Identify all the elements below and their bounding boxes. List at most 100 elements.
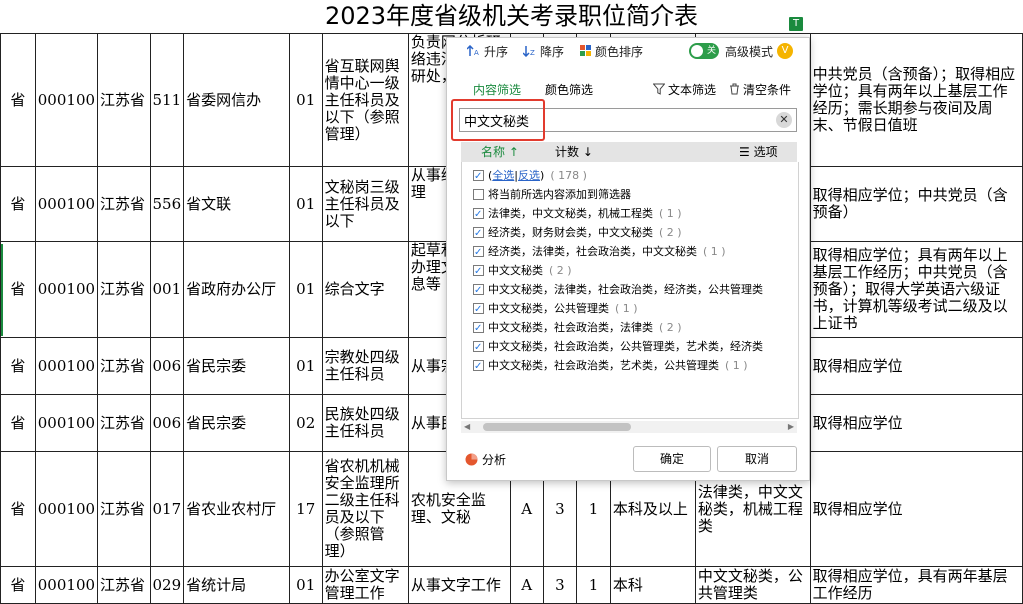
- cell-prov[interactable]: 江苏省: [97, 566, 151, 604]
- cell-dept[interactable]: 省农业农村厅: [183, 451, 290, 567]
- list-item[interactable]: 中文文秘类，公共管理类 ( 1 ): [473, 299, 638, 319]
- cell-pos_code[interactable]: 01: [288, 33, 323, 167]
- scrollbar-thumb[interactable]: [483, 423, 631, 431]
- cell-prov[interactable]: 江苏省: [97, 451, 151, 567]
- cell-prov[interactable]: 江苏省: [97, 337, 151, 395]
- cell-dept[interactable]: 省文联: [183, 166, 290, 242]
- cell-pos_code[interactable]: 01: [288, 166, 323, 242]
- cell-pos_name[interactable]: 民族处四级主任科员: [321, 394, 409, 452]
- color-sort-button[interactable]: 颜色排序: [580, 44, 643, 60]
- checkbox[interactable]: [473, 262, 484, 281]
- cell-level[interactable]: 省: [0, 241, 36, 338]
- cell-code[interactable]: 000100: [34, 166, 99, 242]
- sort-by-name-header[interactable]: 名称 ↑: [481, 142, 519, 162]
- cell-code[interactable]: 000100: [34, 337, 99, 395]
- cell-dept[interactable]: 省委网信办: [183, 33, 290, 167]
- options-button[interactable]: ☰ 选项: [739, 142, 778, 162]
- invert-selection-link[interactable]: 反选: [518, 169, 540, 182]
- cell-level[interactable]: 省: [0, 33, 36, 167]
- checkbox[interactable]: [473, 357, 484, 376]
- cell-dept_code[interactable]: 006: [149, 394, 185, 452]
- cell-level[interactable]: 省: [0, 451, 36, 567]
- clear-conditions-button[interactable]: 清空条件: [729, 80, 791, 101]
- cancel-button[interactable]: 取消: [717, 446, 797, 472]
- cell-pos_code[interactable]: 01: [288, 337, 323, 395]
- cell-dept_code[interactable]: 511: [149, 33, 185, 167]
- cell-pos_name[interactable]: 省互联网舆情中心一级主任科员及以下（参照管理）: [321, 33, 409, 167]
- list-item[interactable]: 经济类，法律类，社会政治类，中文文秘类 ( 1 ): [473, 242, 726, 262]
- cell-pos_name[interactable]: 综合文字: [321, 241, 409, 338]
- cell-edu[interactable]: 本科: [609, 566, 696, 604]
- cell-dept[interactable]: 省民宗委: [183, 337, 290, 395]
- cell-prov[interactable]: 江苏省: [97, 394, 151, 452]
- checkbox[interactable]: [473, 167, 484, 186]
- list-item[interactable]: 经济类，财务财会类，中文文秘类 ( 2 ): [473, 223, 682, 243]
- tab-color-filter[interactable]: 颜色筛选: [545, 80, 593, 100]
- cell-pos_name[interactable]: 文秘岗三级主任科员及以下: [321, 166, 409, 242]
- cell-level[interactable]: 省: [0, 394, 36, 452]
- cell-prov[interactable]: 江苏省: [97, 33, 151, 167]
- list-item[interactable]: 法律类，中文文秘类，机械工程类 ( 1 ): [473, 204, 682, 224]
- checkbox[interactable]: [473, 300, 484, 319]
- cell-pos_code[interactable]: 02: [288, 394, 323, 452]
- cell-pos_code[interactable]: 01: [288, 241, 323, 338]
- sort-desc-button[interactable]: Z 降序: [522, 44, 564, 60]
- cell-pos_name[interactable]: 办公室文字管理工作: [321, 566, 409, 604]
- cell-num[interactable]: 1: [576, 566, 611, 604]
- cell-code[interactable]: 000100: [34, 394, 99, 452]
- scroll-left-icon[interactable]: ◀: [464, 421, 470, 433]
- list-item[interactable]: 中文文秘类 ( 2 ): [473, 261, 572, 281]
- cell-level[interactable]: 省: [0, 166, 36, 242]
- cell-dept_code[interactable]: 006: [149, 337, 185, 395]
- clear-search-icon[interactable]: ✕: [776, 112, 792, 128]
- add-to-filter-row[interactable]: 将当前所选内容添加到筛选器: [473, 185, 631, 204]
- cell-req[interactable]: 中共党员（含预备）；取得相应学位；具有两年以上基层工作经历；需长期参与夜间及周末…: [809, 33, 1023, 167]
- checkbox[interactable]: [473, 319, 484, 338]
- cell-req[interactable]: 取得相应学位: [809, 451, 1023, 567]
- cell-major[interactable]: 中文文秘类，公共管理类: [694, 566, 811, 604]
- cell-level[interactable]: 省: [0, 566, 36, 604]
- text-filter-button[interactable]: 文本筛选: [652, 80, 716, 101]
- cell-pos_name[interactable]: 省农机机械安全监理所二级主任科员及以下（参照管理）: [321, 451, 409, 567]
- list-item[interactable]: 中文文秘类，法律类，社会政治类，经济类，公共管理类: [473, 280, 763, 300]
- cell-req[interactable]: 取得相应学位: [809, 337, 1023, 395]
- checkbox[interactable]: [473, 338, 484, 357]
- cell-req[interactable]: 取得相应学位；中共党员（含预备）: [809, 166, 1023, 242]
- checkbox[interactable]: [473, 205, 484, 224]
- cell-desc[interactable]: 从事文字工作: [407, 566, 511, 604]
- analyze-button[interactable]: 分析: [465, 451, 506, 469]
- cell-dept_code[interactable]: 001: [149, 241, 185, 338]
- cell-req[interactable]: 取得相应学位: [809, 394, 1023, 452]
- cell-prov[interactable]: 江苏省: [97, 166, 151, 242]
- sort-asc-button[interactable]: A 升序: [466, 44, 508, 60]
- cell-pos_code[interactable]: 17: [288, 451, 323, 567]
- cell-dept[interactable]: 省民宗委: [183, 394, 290, 452]
- cell-req[interactable]: 取得相应学位；具有两年以上基层工作经历；中共党员（含预备）；取得大学英语六级证书…: [809, 241, 1023, 338]
- cell-code[interactable]: 000100: [34, 451, 99, 567]
- cell-code[interactable]: 000100: [34, 241, 99, 338]
- checkbox[interactable]: [473, 243, 484, 262]
- filter-dropdown-icon[interactable]: T: [789, 17, 803, 31]
- cell-exam[interactable]: 3: [542, 566, 578, 604]
- list-item[interactable]: 中文文秘类，社会政治类，法律类 ( 2 ): [473, 318, 682, 338]
- tab-content-filter[interactable]: 内容筛选: [473, 80, 521, 100]
- scroll-right-icon[interactable]: ▶: [788, 421, 794, 433]
- cell-req[interactable]: 取得相应学位，具有两年基层工作经历: [809, 566, 1023, 604]
- horizontal-scrollbar[interactable]: ◀ ▶: [461, 421, 797, 433]
- cell-dept_code[interactable]: 029: [149, 566, 185, 604]
- sort-by-count-header[interactable]: 计数 ↓: [555, 142, 593, 162]
- checkbox[interactable]: [473, 224, 484, 243]
- cell-dept[interactable]: 省统计局: [183, 566, 290, 604]
- checkbox[interactable]: [473, 189, 484, 200]
- ok-button[interactable]: 确定: [633, 446, 711, 472]
- cell-dept_code[interactable]: 017: [149, 451, 185, 567]
- cell-dept_code[interactable]: 556: [149, 166, 185, 242]
- checkbox[interactable]: [473, 281, 484, 300]
- cell-prov[interactable]: 江苏省: [97, 241, 151, 338]
- cell-pos_name[interactable]: 宗教处四级主任科员: [321, 337, 409, 395]
- cell-pos_code[interactable]: 01: [288, 566, 323, 604]
- select-all-link[interactable]: 全选: [492, 169, 514, 182]
- list-item[interactable]: 中文文秘类，社会政治类，公共管理类，艺术类，经济类: [473, 337, 763, 357]
- cell-code[interactable]: 000100: [34, 566, 99, 604]
- cell-code[interactable]: 000100: [34, 33, 99, 167]
